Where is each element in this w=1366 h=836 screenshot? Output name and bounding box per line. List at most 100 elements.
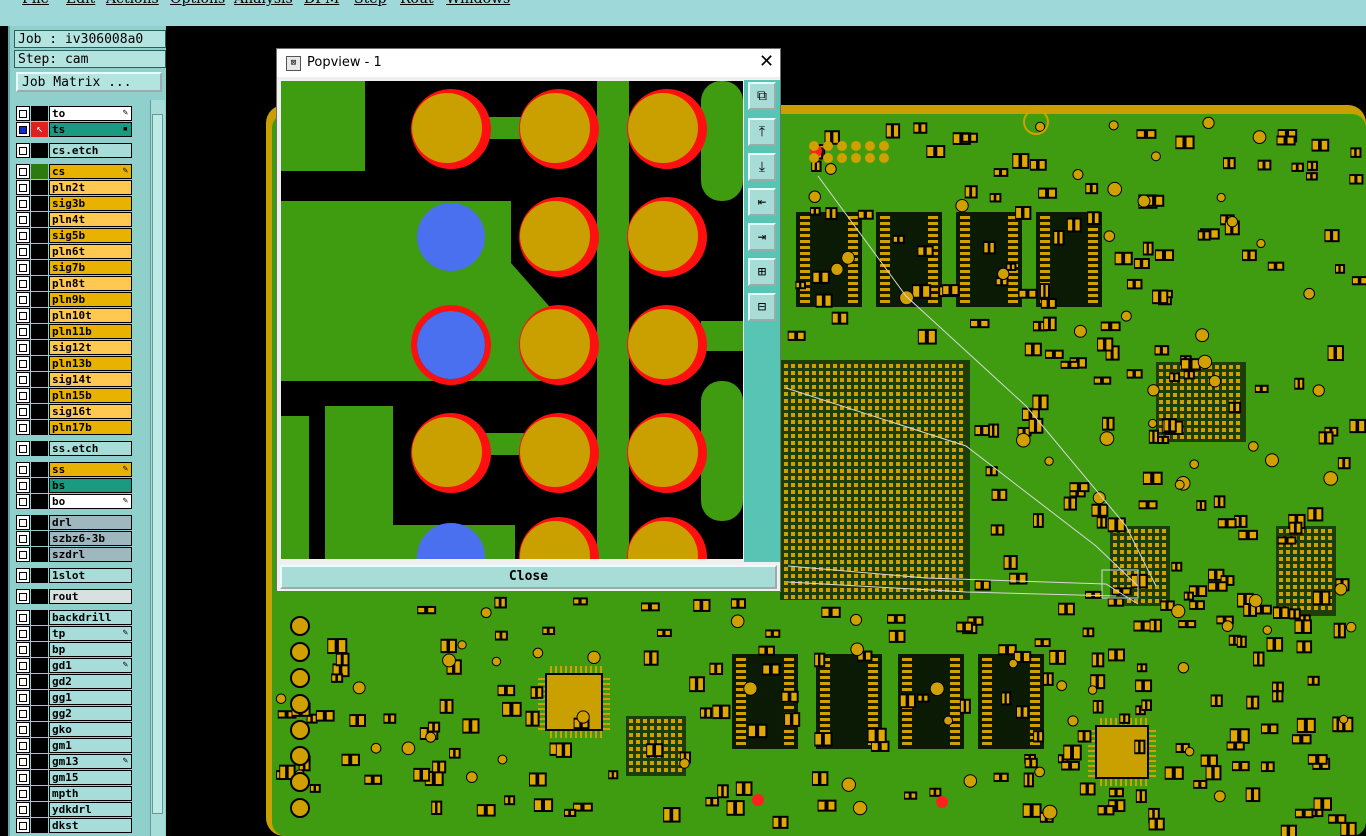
layer-row-pln8t[interactable]: pln8t xyxy=(16,276,134,291)
layer-row-dkst[interactable]: dkst xyxy=(16,818,134,833)
popview-titlebar[interactable]: ⊠ Popview - 1 ✕ xyxy=(277,49,780,77)
zoom-fit-icon[interactable]: ⧉ xyxy=(748,82,776,110)
layer-color-swatch[interactable] xyxy=(31,388,48,403)
layer-color-swatch[interactable] xyxy=(31,340,48,355)
layer-color-swatch[interactable] xyxy=(31,292,48,307)
job-matrix-button[interactable]: Job Matrix ... xyxy=(16,72,162,92)
layer-row-gm15[interactable]: gm15 xyxy=(16,770,134,785)
layer-color-swatch[interactable] xyxy=(31,260,48,275)
layer-color-swatch[interactable] xyxy=(31,196,48,211)
layer-scrollbar[interactable] xyxy=(150,100,165,836)
layer-row-sig7b[interactable]: sig7b xyxy=(16,260,134,275)
menu-options[interactable]: Options xyxy=(170,0,225,7)
layer-name[interactable]: ss.etch xyxy=(49,441,132,456)
zoom-in-icon[interactable]: ⊞ xyxy=(748,258,776,286)
layer-row-pln10t[interactable]: pln10t xyxy=(16,308,134,323)
pan-down-icon[interactable]: ⤓ xyxy=(748,153,776,181)
layer-name[interactable]: szbz6-3b xyxy=(49,531,132,546)
layer-color-swatch[interactable] xyxy=(31,356,48,371)
layer-name[interactable]: bp xyxy=(49,642,132,657)
layer-name[interactable]: pln11b xyxy=(49,324,132,339)
layer-checkbox[interactable] xyxy=(16,770,30,785)
layer-color-swatch[interactable] xyxy=(31,494,48,509)
layer-color-swatch[interactable] xyxy=(31,420,48,435)
layer-row-pln17b[interactable]: pln17b xyxy=(16,420,134,435)
layer-row-bo[interactable]: bo ✎ xyxy=(16,494,134,509)
layer-color-swatch[interactable] xyxy=(31,164,48,179)
layer-row-pln2t[interactable]: pln2t xyxy=(16,180,134,195)
layer-name[interactable]: pln4t xyxy=(49,212,132,227)
layer-name[interactable]: cs.etch xyxy=(49,143,132,158)
layer-color-swatch[interactable] xyxy=(31,754,48,769)
layer-checkbox[interactable] xyxy=(16,122,30,137)
layer-checkbox[interactable] xyxy=(16,212,30,227)
pan-right-icon[interactable]: ⇥ xyxy=(748,223,776,251)
layer-checkbox[interactable] xyxy=(16,802,30,817)
layer-row-szdrl[interactable]: szdrl xyxy=(16,547,134,562)
layer-name[interactable]: sig16t xyxy=(49,404,132,419)
layer-checkbox[interactable] xyxy=(16,388,30,403)
layer-name[interactable]: bs xyxy=(49,478,132,493)
layer-name[interactable]: drl xyxy=(49,515,132,530)
layer-checkbox[interactable] xyxy=(16,722,30,737)
layer-row-rout[interactable]: rout xyxy=(16,589,134,604)
menu-dfm[interactable]: DFM xyxy=(304,0,339,7)
layer-color-swatch[interactable] xyxy=(31,690,48,705)
layer-color-swatch[interactable] xyxy=(31,547,48,562)
layer-row-pln11b[interactable]: pln11b xyxy=(16,324,134,339)
layer-color-swatch[interactable] xyxy=(31,531,48,546)
layer-checkbox[interactable] xyxy=(16,642,30,657)
layer-name[interactable]: backdrill xyxy=(49,610,132,625)
layer-color-swatch[interactable] xyxy=(31,786,48,801)
layer-name[interactable]: ydkdrl xyxy=(49,802,132,817)
menu-edit[interactable]: Edit xyxy=(66,0,95,7)
layer-row-bp[interactable]: bp xyxy=(16,642,134,657)
layer-name[interactable]: gm15 xyxy=(49,770,132,785)
menu-step[interactable]: Step xyxy=(354,0,386,7)
layer-color-swatch[interactable] xyxy=(31,180,48,195)
layer-color-swatch[interactable] xyxy=(31,324,48,339)
layer-checkbox[interactable] xyxy=(16,372,30,387)
layer-color-swatch[interactable] xyxy=(31,818,48,833)
layer-checkbox[interactable] xyxy=(16,441,30,456)
layer-color-swatch[interactable] xyxy=(31,106,48,121)
layer-checkbox[interactable] xyxy=(16,674,30,689)
layer-name[interactable]: pln15b xyxy=(49,388,132,403)
layer-name[interactable]: pln6t xyxy=(49,244,132,259)
layer-name[interactable]: pln8t xyxy=(49,276,132,291)
layer-color-swatch[interactable] xyxy=(31,589,48,604)
layer-checkbox[interactable] xyxy=(16,738,30,753)
layer-row-backdrill[interactable]: backdrill xyxy=(16,610,134,625)
layer-name[interactable]: gm13 ✎ xyxy=(49,754,132,769)
layer-row-gko[interactable]: gko xyxy=(16,722,134,737)
layer-row-ts[interactable]: ↖ ts ▪ xyxy=(16,122,134,137)
layer-row-szbz6-3b[interactable]: szbz6-3b xyxy=(16,531,134,546)
menu-windows[interactable]: Windows xyxy=(446,0,510,7)
layer-name[interactable]: gg1 xyxy=(49,690,132,705)
layer-color-swatch[interactable] xyxy=(31,706,48,721)
zoom-out-icon[interactable]: ⊟ xyxy=(748,293,776,321)
layer-checkbox[interactable] xyxy=(16,754,30,769)
scrollbar-thumb[interactable] xyxy=(152,114,163,814)
pan-up-icon[interactable]: ⤒ xyxy=(748,118,776,146)
layer-checkbox[interactable] xyxy=(16,478,30,493)
layer-row-gm1[interactable]: gm1 xyxy=(16,738,134,753)
layer-row-sig14t[interactable]: sig14t xyxy=(16,372,134,387)
menu-file[interactable]: File xyxy=(22,0,49,7)
layer-row-sig12t[interactable]: sig12t xyxy=(16,340,134,355)
layer-name[interactable]: sig3b xyxy=(49,196,132,211)
layer-checkbox[interactable] xyxy=(16,292,30,307)
layer-checkbox[interactable] xyxy=(16,610,30,625)
layer-checkbox[interactable] xyxy=(16,494,30,509)
layer-name[interactable]: ss ✎ xyxy=(49,462,132,477)
layer-name[interactable]: cs ✎ xyxy=(49,164,132,179)
layer-checkbox[interactable] xyxy=(16,626,30,641)
layer-checkbox[interactable] xyxy=(16,164,30,179)
layer-color-swatch[interactable] xyxy=(31,462,48,477)
layer-checkbox[interactable] xyxy=(16,276,30,291)
layer-color-swatch[interactable] xyxy=(31,642,48,657)
layer-name[interactable]: pln2t xyxy=(49,180,132,195)
layer-color-swatch[interactable] xyxy=(31,674,48,689)
layer-name[interactable]: rout xyxy=(49,589,132,604)
layer-checkbox[interactable] xyxy=(16,260,30,275)
